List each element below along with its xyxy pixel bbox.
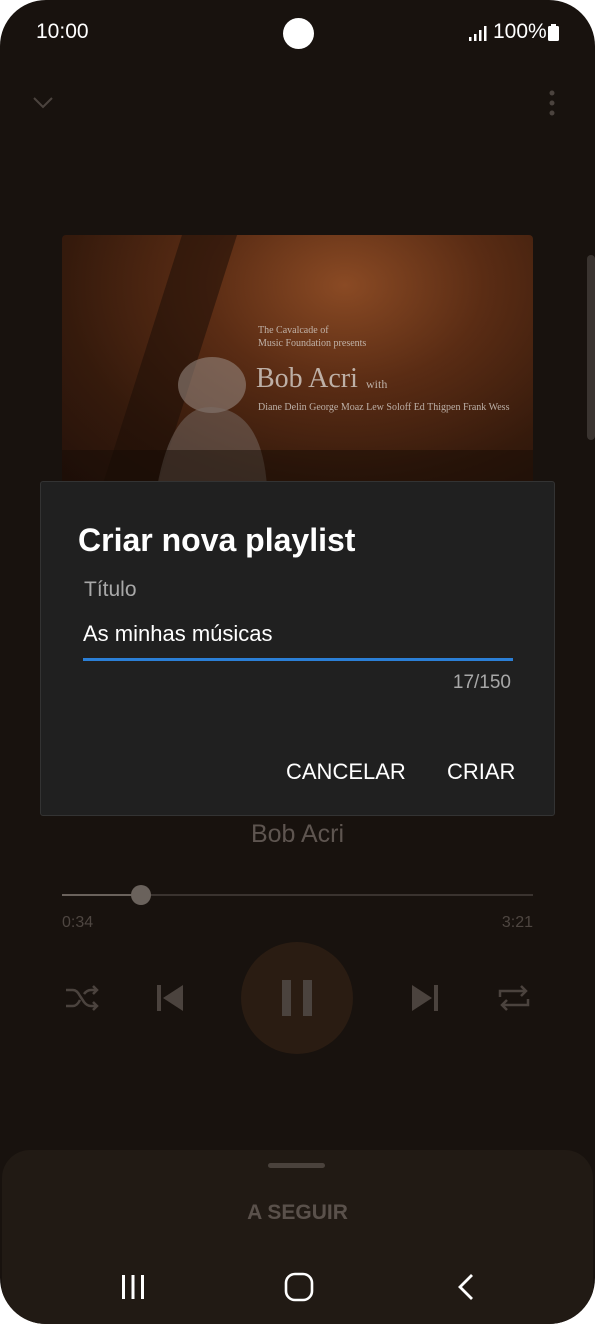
recents-icon bbox=[122, 1275, 144, 1299]
dialog-title: Criar nova playlist bbox=[78, 522, 356, 558]
more-vertical-icon bbox=[549, 90, 555, 116]
back-icon bbox=[458, 1274, 473, 1300]
album-art-line1: The Cavalcade of bbox=[258, 325, 329, 336]
edge-panel-handle[interactable] bbox=[587, 255, 595, 440]
seek-bar[interactable] bbox=[62, 885, 533, 905]
shuffle-icon bbox=[66, 985, 99, 1011]
pause-button[interactable] bbox=[241, 942, 353, 1054]
signal-icon bbox=[469, 26, 487, 41]
cancel-button[interactable]: CANCELAR bbox=[286, 759, 406, 785]
shuffle-button[interactable] bbox=[60, 978, 104, 1018]
create-button[interactable]: CRIAR bbox=[447, 759, 515, 785]
up-next-label[interactable]: A SEGUIR bbox=[0, 1201, 595, 1225]
front-camera bbox=[283, 18, 314, 49]
create-playlist-dialog: Criar nova playlist Título 17/150 CANCEL… bbox=[40, 481, 555, 816]
home-icon bbox=[284, 1272, 314, 1302]
back-button[interactable] bbox=[444, 1268, 488, 1306]
album-art: The Cavalcade of Music Foundation presen… bbox=[62, 235, 533, 487]
up-next-drag-handle[interactable] bbox=[268, 1163, 325, 1168]
next-button[interactable] bbox=[405, 978, 445, 1018]
previous-button[interactable] bbox=[150, 978, 190, 1018]
total-time: 3:21 bbox=[501, 914, 533, 931]
artist-name: Bob Acri bbox=[250, 820, 345, 848]
status-bar: 10:00 100% bbox=[0, 0, 595, 66]
album-art-title: Bob Acri bbox=[256, 363, 358, 394]
character-counter: 17/150 bbox=[452, 672, 511, 693]
album-art-illustration bbox=[62, 235, 533, 487]
seek-bar-thumb[interactable] bbox=[131, 885, 152, 905]
phone-screen: 10:00 100% The Cavalcade of Music Founda… bbox=[0, 0, 595, 1324]
playlist-title-input[interactable] bbox=[83, 614, 513, 661]
status-time: 10:00 bbox=[36, 20, 89, 43]
home-button[interactable] bbox=[277, 1268, 321, 1306]
skip-next-icon bbox=[412, 985, 438, 1011]
title-field-label: Título bbox=[84, 578, 137, 601]
battery-icon bbox=[548, 24, 559, 41]
seek-bar-fill bbox=[62, 894, 142, 896]
elapsed-time: 0:34 bbox=[62, 914, 94, 931]
album-art-line2: Music Foundation presents bbox=[258, 338, 367, 349]
pause-icon bbox=[282, 980, 312, 1016]
skip-previous-icon bbox=[157, 985, 183, 1011]
chevron-down-icon bbox=[33, 97, 53, 109]
album-art-credits: Diane Delin George Moaz Lew Soloff Ed Th… bbox=[258, 402, 510, 413]
recents-button[interactable] bbox=[111, 1268, 155, 1306]
repeat-button[interactable] bbox=[492, 978, 536, 1018]
battery-percentage: 100% bbox=[493, 20, 547, 43]
collapse-player-button[interactable] bbox=[26, 86, 60, 120]
more-options-button[interactable] bbox=[535, 86, 569, 120]
album-art-title-suffix: with bbox=[366, 377, 388, 391]
repeat-icon bbox=[498, 985, 530, 1011]
